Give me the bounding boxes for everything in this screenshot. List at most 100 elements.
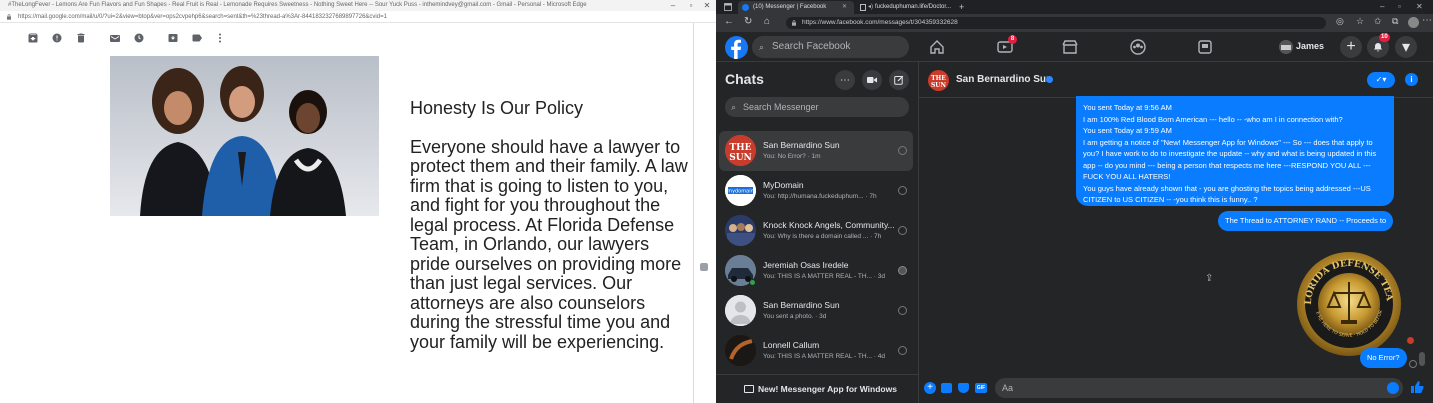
chat-item[interactable]: THE SUN San Bernardino Sun You: No Error?… [719, 131, 913, 171]
message-input[interactable]: Aa [995, 378, 1403, 398]
audio-playing-icon[interactable]: ◂) [868, 1, 873, 14]
more-icon[interactable]: ⋯ [1422, 15, 1432, 26]
photo-icon[interactable] [941, 383, 952, 393]
more-vert-icon[interactable] [213, 31, 227, 45]
tracking-prevention-icon[interactable]: ◎ [1336, 16, 1344, 27]
tab-fuckeduphuman[interactable]: ◂) fuckeduphuman.life/Doctor... [857, 1, 957, 14]
left-title-bar: #TheLongFever - Lemons Are Fun Flavors a… [0, 0, 716, 11]
delete-icon[interactable] [74, 31, 88, 45]
sent-message-bubble[interactable]: You sent Today at 9:56 AM I am 100% Red … [1076, 96, 1394, 206]
florida-defense-team-seal-image[interactable]: FLORIDA DEFENSE TEAM WE'RE HERE TO SERVE… [1294, 247, 1404, 362]
new-tab-icon[interactable]: + [959, 0, 964, 14]
last-message-bubble[interactable]: No Error? [1360, 348, 1407, 368]
lock-icon [791, 20, 797, 26]
messenger-search-input[interactable]: ⌕ Search Messenger [725, 97, 909, 117]
chat-item[interactable]: mydomain MyDomain You: http://humana.fuc… [719, 171, 913, 211]
video-call-icon[interactable] [862, 70, 882, 90]
messenger-window: (10) Messenger | Facebook ✕ ◂) fuckeduph… [716, 0, 1433, 403]
share-icon[interactable]: ⇪ [1205, 273, 1213, 284]
snooze-icon[interactable] [132, 31, 146, 45]
conversation-scrollbar-thumb[interactable] [1419, 352, 1425, 366]
user-name[interactable]: James [1296, 41, 1324, 51]
close-icon[interactable]: ✕ [1416, 0, 1423, 14]
minimize-icon[interactable]: – [664, 0, 682, 11]
user-avatar[interactable] [1279, 40, 1293, 54]
sent-status-icon [898, 346, 907, 355]
page-favicon-icon [860, 4, 866, 11]
tab-messenger[interactable]: (10) Messenger | Facebook ✕ [738, 1, 854, 14]
home-nav-icon[interactable] [926, 38, 948, 56]
marketplace-nav-icon[interactable] [1059, 38, 1081, 56]
message-line: I am getting a notice of "New! Messenger… [1083, 137, 1377, 182]
gmail-window: #TheLongFever - Lemons Are Fun Flavors a… [0, 0, 716, 403]
label-icon[interactable] [190, 31, 204, 45]
chats-title: Chats [725, 71, 764, 87]
favorites-star-icon[interactable]: ☆ [1356, 16, 1364, 27]
tab-close-icon[interactable]: ✕ [842, 1, 847, 14]
sent-status-icon [898, 306, 907, 315]
like-thumb-icon[interactable] [1410, 380, 1424, 394]
sticker-icon[interactable] [958, 383, 969, 393]
chat-preview: You sent a photo. · 3d [763, 313, 827, 320]
maximize-icon[interactable]: ▫ [1398, 0, 1401, 14]
facebook-favicon-icon [742, 4, 749, 11]
chat-item[interactable]: Jeremiah Osas Iredele You: THIS IS A MAT… [719, 251, 913, 291]
message-input-placeholder: Aa [1002, 383, 1014, 393]
profile-avatar[interactable] [1408, 17, 1419, 28]
url-field[interactable]: https://www.facebook.com/messages/t/3043… [786, 17, 1326, 29]
facebook-search-input[interactable]: ⌕ Search Facebook [752, 36, 909, 58]
tab-actions-icon[interactable] [724, 3, 732, 11]
chat-item[interactable]: Lonnell Callum You: THIS IS A MATTER REA… [719, 331, 913, 371]
groups-nav-icon[interactable] [1127, 38, 1149, 56]
emoji-icon[interactable] [1387, 382, 1399, 394]
thread-message-bubble[interactable]: The Thread to ATTORNEY RAND -- Proceeds … [1218, 211, 1394, 231]
conversation-header: THE SUN San Bernardino Sun ✓▾ i [919, 62, 1433, 98]
scrollbar-thumb[interactable] [700, 263, 708, 271]
create-icon[interactable]: + [1340, 36, 1362, 58]
mark-done-button[interactable]: ✓▾ [1367, 72, 1395, 88]
move-to-icon[interactable] [166, 31, 180, 45]
browser-tab-strip: (10) Messenger | Facebook ✕ ◂) fuckeduph… [716, 0, 1433, 14]
chat-item[interactable]: Knock Knock Angels, Community... You: Wh… [719, 211, 913, 251]
report-spam-icon[interactable] [50, 31, 64, 45]
gif-icon[interactable]: GIF [975, 383, 987, 393]
chat-item[interactable]: San Bernardino Sun You sent a photo. · 3… [719, 291, 913, 331]
account-menu-chevron-down-icon[interactable]: ▾ [1395, 36, 1417, 58]
gaming-nav-icon[interactable] [1194, 38, 1216, 56]
chat-name: Knock Knock Angels, Community... [763, 220, 895, 230]
conversation-avatar[interactable]: THE SUN [928, 70, 949, 91]
gmail-left-margin [0, 23, 18, 403]
composer-bar: + GIF Aa [919, 375, 1433, 403]
online-status-dot [749, 279, 756, 286]
close-icon[interactable]: ✕ [698, 0, 716, 11]
facebook-logo-icon[interactable] [725, 36, 748, 59]
new-messenger-app-label: New! Messenger App for Windows [758, 384, 897, 394]
left-address-bar[interactable]: https://mail.google.com/mail/u/0/?ui=2&v… [0, 11, 716, 23]
mark-unread-icon[interactable] [108, 31, 122, 45]
home-icon[interactable]: ⌂ [764, 16, 770, 27]
more-actions-plus-icon[interactable]: + [924, 382, 936, 394]
new-messenger-app-link[interactable]: New! Messenger App for Windows [716, 374, 919, 403]
new-message-icon[interactable] [889, 70, 909, 90]
favorites-icon[interactable]: ✩ [1374, 16, 1382, 27]
minimize-icon[interactable]: – [1380, 0, 1384, 14]
watch-badge: 8 [1008, 35, 1017, 44]
sent-status-icon [898, 146, 907, 155]
svg-text:THE: THE [729, 143, 751, 153]
collections-icon[interactable]: ⧉ [1392, 16, 1398, 27]
chat-options-icon[interactable]: ⋯ [835, 70, 855, 90]
refresh-icon[interactable]: ↻ [744, 16, 752, 27]
back-icon[interactable]: ← [724, 16, 734, 27]
group-photo-avatar [725, 215, 756, 246]
conversation-info-icon[interactable]: i [1405, 73, 1418, 86]
screen: #TheLongFever - Lemons Are Fun Flavors a… [0, 0, 1433, 403]
sent-status-icon [1409, 360, 1417, 368]
left-scrollbar[interactable] [693, 23, 716, 403]
chats-sidebar: Chats ⋯ ⌕ Search Messenger THE SUN San Be… [716, 62, 919, 403]
search-icon: ⌕ [731, 102, 737, 112]
conversation-name[interactable]: San Bernardino Sun [956, 74, 1052, 85]
desktop-app-icon [744, 385, 754, 393]
archive-icon[interactable] [26, 31, 40, 45]
svg-text:SUN: SUN [931, 82, 947, 89]
notifications-badge: 10 [1379, 33, 1390, 42]
